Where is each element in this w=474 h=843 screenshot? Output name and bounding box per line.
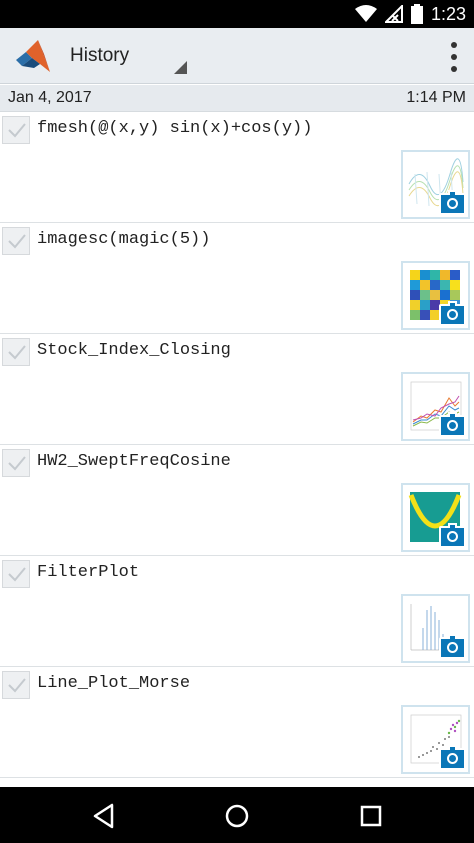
- list-item[interactable]: Stock_Index_Closing: [0, 334, 474, 445]
- checkbox[interactable]: [2, 560, 30, 588]
- command-text: FilterPlot: [37, 563, 140, 582]
- app-bar: History: [0, 28, 474, 84]
- check-icon: [8, 678, 26, 693]
- command-text: imagesc(magic(5)): [37, 230, 211, 249]
- date-header: Jan 4, 2017 1:14 PM: [0, 85, 474, 112]
- system-nav-bar: [0, 787, 474, 843]
- history-list: fmesh(@(x,y) sin(x)+cos(y)) imagesc(magi…: [0, 112, 474, 778]
- list-item[interactable]: HW2_SweptFreqCosine: [0, 445, 474, 556]
- command-text: HW2_SweptFreqCosine: [37, 452, 231, 471]
- check-icon: [8, 234, 26, 249]
- list-item[interactable]: fmesh(@(x,y) sin(x)+cos(y)): [0, 112, 474, 223]
- figure-thumbnail[interactable]: [401, 372, 470, 441]
- check-icon: [8, 567, 26, 582]
- figure-thumbnail[interactable]: [401, 594, 470, 663]
- camera-icon: [439, 412, 466, 437]
- recents-icon[interactable]: [356, 801, 386, 831]
- status-bar: 1:23: [0, 0, 474, 28]
- figure-thumbnail[interactable]: [401, 483, 470, 552]
- check-icon: [8, 123, 26, 138]
- camera-icon: [439, 190, 466, 215]
- wifi-icon: [354, 5, 377, 22]
- home-icon[interactable]: [222, 801, 252, 831]
- clock: 1:23: [430, 3, 466, 24]
- list-item[interactable]: FilterPlot: [0, 556, 474, 667]
- check-icon: [8, 456, 26, 471]
- figure-thumbnail[interactable]: [401, 150, 470, 219]
- command-text: fmesh(@(x,y) sin(x)+cos(y)): [37, 119, 313, 138]
- date-label: Jan 4, 2017: [8, 89, 92, 106]
- list-item[interactable]: Line_Plot_Morse: [0, 667, 474, 778]
- figure-thumbnail[interactable]: [401, 261, 470, 330]
- overflow-menu-icon[interactable]: [444, 40, 464, 74]
- checkbox[interactable]: [2, 449, 30, 477]
- page-title[interactable]: History: [70, 45, 129, 67]
- dropdown-caret-icon[interactable]: [174, 61, 187, 74]
- command-text: Line_Plot_Morse: [37, 674, 191, 693]
- battery-icon: [410, 4, 423, 24]
- checkbox[interactable]: [2, 671, 30, 699]
- check-icon: [8, 345, 26, 360]
- checkbox[interactable]: [2, 338, 30, 366]
- checkbox[interactable]: [2, 116, 30, 144]
- command-text: Stock_Index_Closing: [37, 341, 231, 360]
- camera-icon: [439, 745, 466, 770]
- checkbox[interactable]: [2, 227, 30, 255]
- time-label: 1:14 PM: [406, 89, 466, 106]
- back-icon[interactable]: [90, 801, 120, 831]
- matlab-logo: [16, 40, 50, 72]
- list-item[interactable]: imagesc(magic(5)): [0, 223, 474, 334]
- figure-thumbnail[interactable]: [401, 705, 470, 774]
- camera-icon: [439, 301, 466, 326]
- camera-icon: [439, 523, 466, 548]
- camera-icon: [439, 634, 466, 659]
- signal-off-icon: [384, 5, 403, 23]
